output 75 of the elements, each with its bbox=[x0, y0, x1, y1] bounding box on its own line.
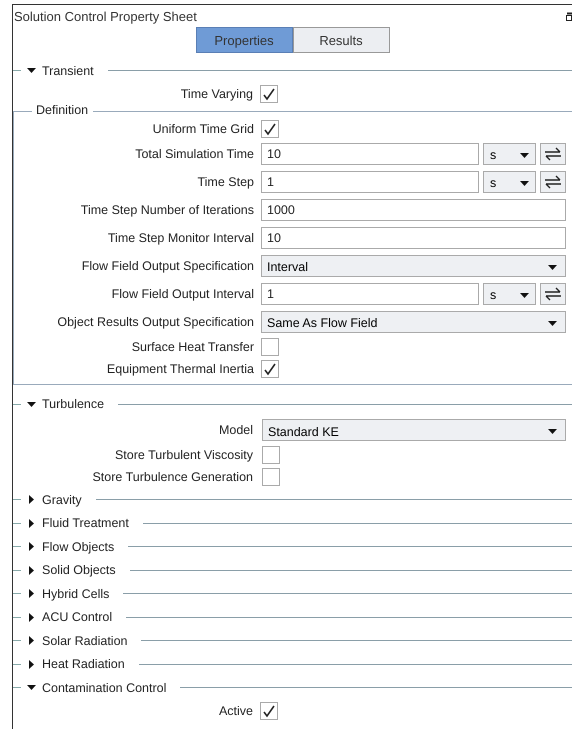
checkmark-icon bbox=[262, 86, 276, 100]
checkbox[interactable] bbox=[262, 446, 280, 464]
collapsed-triangle-icon[interactable] bbox=[27, 612, 36, 622]
field-label: Flow Field Output Interval bbox=[110, 286, 254, 300]
expanded-triangle-icon[interactable] bbox=[27, 66, 36, 76]
section-title[interactable]: Flow Objects bbox=[42, 540, 114, 554]
caret-icon bbox=[548, 264, 557, 270]
caret-icon bbox=[520, 180, 529, 186]
section-title[interactable]: Contamination Control bbox=[42, 680, 166, 695]
swap-arrows-icon bbox=[544, 146, 562, 160]
checkbox[interactable] bbox=[260, 84, 278, 102]
swap-button[interactable] bbox=[540, 170, 566, 192]
section-title[interactable]: ACU Control bbox=[42, 610, 112, 624]
section-title[interactable]: Fluid Treatment bbox=[42, 516, 129, 530]
field-label: Time Step Monitor Interval bbox=[106, 230, 254, 244]
field-label: Object Results Output Specification bbox=[56, 314, 254, 328]
section-title[interactable]: Solar Radiation bbox=[42, 634, 128, 648]
checkbox[interactable] bbox=[261, 360, 279, 378]
input-field[interactable]: 10 bbox=[261, 226, 566, 248]
field-label: Store Turbulent Viscosity bbox=[114, 448, 253, 462]
unit-dropdown[interactable]: s bbox=[483, 170, 536, 192]
collapsed-triangle-icon[interactable] bbox=[27, 495, 36, 504]
caret-icon bbox=[520, 152, 529, 158]
unit-dropdown[interactable]: s bbox=[483, 282, 536, 304]
checkbox[interactable] bbox=[262, 468, 280, 486]
field-label: Surface Heat Transfer bbox=[130, 340, 254, 354]
caret-icon bbox=[548, 320, 557, 326]
section-title[interactable]: Transient bbox=[42, 64, 94, 78]
tab[interactable]: Results bbox=[292, 27, 390, 53]
collapsed-triangle-icon[interactable] bbox=[27, 589, 36, 598]
checkmark-icon bbox=[262, 704, 276, 718]
dropdown[interactable]: Standard KE bbox=[262, 419, 566, 441]
collapsed-triangle-icon[interactable] bbox=[27, 518, 36, 528]
window-title: Solution Control Property Sheet bbox=[14, 8, 197, 24]
collapsed-triangle-icon[interactable] bbox=[27, 636, 36, 646]
checkbox[interactable] bbox=[261, 338, 279, 356]
input-field[interactable]: 10 bbox=[261, 142, 479, 164]
expanded-triangle-icon[interactable] bbox=[27, 400, 36, 409]
collapsed-triangle-icon[interactable] bbox=[27, 566, 36, 575]
checkbox[interactable] bbox=[260, 702, 278, 720]
tab[interactable]: Properties bbox=[196, 27, 292, 53]
field-label: Time Step Number of Iterations bbox=[80, 202, 254, 216]
dropdown[interactable]: Interval bbox=[261, 254, 566, 276]
field-label: Store Turbulence Generation bbox=[91, 470, 253, 484]
input-field[interactable]: 1000 bbox=[261, 198, 566, 220]
field-label: Total Simulation Time bbox=[134, 146, 254, 160]
checkmark-icon bbox=[263, 122, 277, 136]
section-title[interactable]: Turbulence bbox=[42, 397, 104, 412]
section-title[interactable]: Hybrid Cells bbox=[42, 586, 110, 601]
input-field[interactable]: 1 bbox=[261, 282, 479, 304]
field-label: Flow Field Output Specification bbox=[80, 258, 254, 272]
field-label: Equipment Thermal Inertia bbox=[106, 362, 254, 376]
swap-button[interactable] bbox=[540, 282, 566, 304]
field-label: Model bbox=[218, 423, 253, 437]
section-title[interactable]: Solid Objects bbox=[42, 563, 116, 578]
swap-arrows-icon bbox=[544, 174, 562, 188]
section-title[interactable]: Gravity bbox=[42, 492, 82, 507]
field-label: Time Step bbox=[196, 174, 254, 188]
caret-icon bbox=[520, 292, 529, 298]
section-title[interactable]: Heat Radiation bbox=[42, 657, 125, 672]
swap-button[interactable] bbox=[540, 142, 566, 164]
field-label: Time Varying bbox=[180, 86, 253, 100]
unit-dropdown[interactable]: s bbox=[483, 142, 536, 164]
swap-arrows-icon bbox=[544, 286, 562, 300]
checkbox[interactable] bbox=[261, 120, 279, 138]
restore-icon[interactable] bbox=[566, 12, 572, 20]
checkmark-icon bbox=[263, 362, 277, 376]
dropdown[interactable]: Same As Flow Field bbox=[261, 310, 566, 332]
input-field[interactable]: 1 bbox=[261, 170, 479, 192]
collapsed-triangle-icon[interactable] bbox=[27, 660, 36, 669]
caret-icon bbox=[548, 429, 557, 434]
collapsed-triangle-icon[interactable] bbox=[27, 542, 36, 552]
expanded-triangle-icon[interactable] bbox=[27, 683, 36, 692]
field-label: Uniform Time Grid bbox=[152, 122, 254, 136]
field-label: Active bbox=[218, 704, 253, 718]
